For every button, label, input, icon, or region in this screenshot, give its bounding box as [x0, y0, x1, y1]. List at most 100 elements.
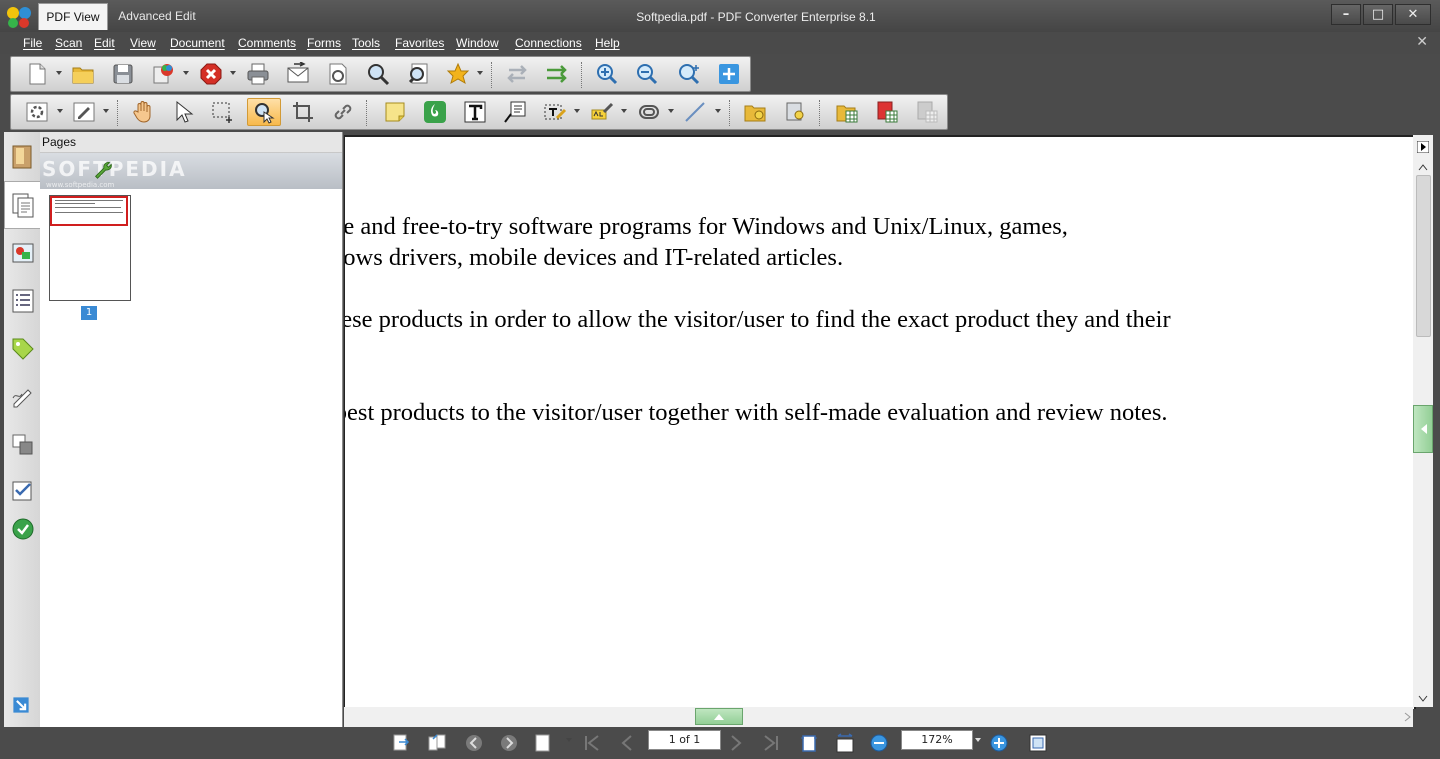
- bookmarks-icon[interactable]: [10, 144, 36, 170]
- line-dropdown-icon[interactable]: [715, 109, 721, 113]
- highlight-dropdown-icon[interactable]: [621, 109, 627, 113]
- sticky-note-icon[interactable]: [381, 98, 409, 126]
- print-icon[interactable]: [244, 60, 272, 88]
- grid-export-disabled-icon[interactable]: [913, 98, 941, 126]
- menu-window[interactable]: Window: [456, 36, 499, 50]
- convert-dropdown-icon[interactable]: [183, 71, 189, 75]
- stop-icon[interactable]: [197, 60, 225, 88]
- favorites-star-icon[interactable]: [444, 60, 472, 88]
- maximize-button[interactable]: □: [1363, 4, 1393, 25]
- email-icon[interactable]: [284, 60, 312, 88]
- close-window-button[interactable]: ✕: [1395, 4, 1431, 25]
- find-icon[interactable]: [404, 60, 432, 88]
- back-forward-icon[interactable]: [503, 60, 531, 88]
- fit-width-icon[interactable]: [833, 731, 857, 755]
- settings-icon[interactable]: [23, 98, 51, 126]
- zoom-level-field[interactable]: 172%: [901, 730, 973, 750]
- scroll-down-icon[interactable]: [1418, 695, 1428, 703]
- two-page-view-icon[interactable]: [425, 731, 449, 755]
- edit-page-icon[interactable]: [70, 98, 98, 126]
- validate-icon[interactable]: [10, 516, 36, 542]
- next-page-icon[interactable]: [724, 731, 748, 755]
- previous-view-icon[interactable]: [462, 731, 486, 755]
- menu-document[interactable]: Document: [170, 36, 225, 50]
- zoom-tool-icon[interactable]: [675, 60, 703, 88]
- typewriter-icon[interactable]: [541, 98, 569, 126]
- zoom-in-button-icon[interactable]: [987, 731, 1011, 755]
- attach-dropdown-icon[interactable]: [668, 109, 674, 113]
- menu-scan[interactable]: Scan: [55, 36, 82, 50]
- edit-dropdown-icon[interactable]: [103, 109, 109, 113]
- add-icon[interactable]: [715, 60, 743, 88]
- menu-tools[interactable]: Tools: [352, 36, 380, 50]
- horizontal-scrollbar[interactable]: [344, 707, 1413, 727]
- zoom-dropdown-icon[interactable]: [975, 738, 981, 742]
- page-number-field[interactable]: 1 of 1: [648, 730, 721, 750]
- bottom-panel-handle[interactable]: [695, 708, 743, 725]
- single-page-view-icon[interactable]: [389, 731, 413, 755]
- stop-dropdown-icon[interactable]: [230, 71, 236, 75]
- open-folder-icon[interactable]: [69, 60, 97, 88]
- marquee-select-icon[interactable]: [209, 98, 237, 126]
- settings-dropdown-icon[interactable]: [57, 109, 63, 113]
- select-text-icon[interactable]: [247, 98, 281, 126]
- menu-view[interactable]: View: [130, 36, 156, 50]
- last-page-icon[interactable]: [759, 731, 783, 755]
- menu-connections[interactable]: Connections: [515, 36, 582, 50]
- full-screen-icon[interactable]: [1026, 731, 1050, 755]
- layers-icon[interactable]: [10, 240, 36, 266]
- page-layout-icon[interactable]: [530, 731, 554, 755]
- page-layout-dropdown-icon[interactable]: [566, 738, 572, 742]
- wrench-icon[interactable]: [92, 158, 114, 180]
- pointer-icon[interactable]: [169, 98, 197, 126]
- pages-icon[interactable]: [10, 192, 36, 218]
- callout-icon[interactable]: [501, 98, 529, 126]
- properties-icon[interactable]: [324, 60, 352, 88]
- forward-arrow-icon[interactable]: [543, 60, 571, 88]
- document-view[interactable]: Softpedia is a library of over 1,000,000…: [344, 135, 1416, 709]
- grid-export-icon[interactable]: [833, 98, 861, 126]
- compare-icon[interactable]: [10, 432, 36, 458]
- signature-icon[interactable]: [10, 384, 36, 410]
- crop-icon[interactable]: [289, 98, 317, 126]
- attach-icon[interactable]: [635, 98, 663, 126]
- vertical-scroll-thumb[interactable]: [1416, 175, 1431, 337]
- new-dropdown-icon[interactable]: [56, 71, 62, 75]
- dragon-icon[interactable]: [421, 98, 449, 126]
- form-check-icon[interactable]: [10, 478, 36, 504]
- menu-favorites[interactable]: Favorites: [395, 36, 444, 50]
- first-page-icon[interactable]: [580, 731, 604, 755]
- link-icon[interactable]: [329, 98, 357, 126]
- close-document-icon[interactable]: ✕: [1416, 34, 1428, 50]
- list-icon[interactable]: [10, 288, 36, 314]
- zoom-in-icon[interactable]: [593, 60, 621, 88]
- page-thumbnail[interactable]: [49, 195, 131, 301]
- line-icon[interactable]: [681, 98, 709, 126]
- convert-icon[interactable]: [149, 60, 177, 88]
- next-view-icon[interactable]: [497, 731, 521, 755]
- grid-export-red-icon[interactable]: [873, 98, 901, 126]
- minimize-button[interactable]: –: [1331, 4, 1361, 25]
- export-settings-icon[interactable]: [781, 98, 809, 126]
- fit-page-icon[interactable]: [797, 731, 821, 755]
- menu-help[interactable]: Help: [595, 36, 620, 50]
- menu-edit[interactable]: Edit: [94, 36, 115, 50]
- text-box-icon[interactable]: [461, 98, 489, 126]
- zoom-out-button-icon[interactable]: [867, 731, 891, 755]
- hand-icon[interactable]: [129, 98, 157, 126]
- expand-panel-icon[interactable]: [12, 696, 30, 714]
- scroll-up-icon[interactable]: [1418, 163, 1428, 171]
- tag-icon[interactable]: [10, 336, 36, 362]
- previous-page-icon[interactable]: [615, 731, 639, 755]
- scroll-right-icon[interactable]: [1417, 141, 1429, 153]
- save-icon[interactable]: [109, 60, 137, 88]
- favorites-dropdown-icon[interactable]: [477, 71, 483, 75]
- side-panel-handle[interactable]: [1413, 405, 1433, 453]
- menu-comments[interactable]: Comments: [238, 36, 296, 50]
- search-icon[interactable]: [364, 60, 392, 88]
- new-document-icon[interactable]: [23, 60, 51, 88]
- zoom-out-icon[interactable]: [633, 60, 661, 88]
- highlight-icon[interactable]: [588, 98, 616, 126]
- scroll-right-arrow-icon[interactable]: [1404, 712, 1412, 722]
- menu-file[interactable]: File: [23, 36, 42, 50]
